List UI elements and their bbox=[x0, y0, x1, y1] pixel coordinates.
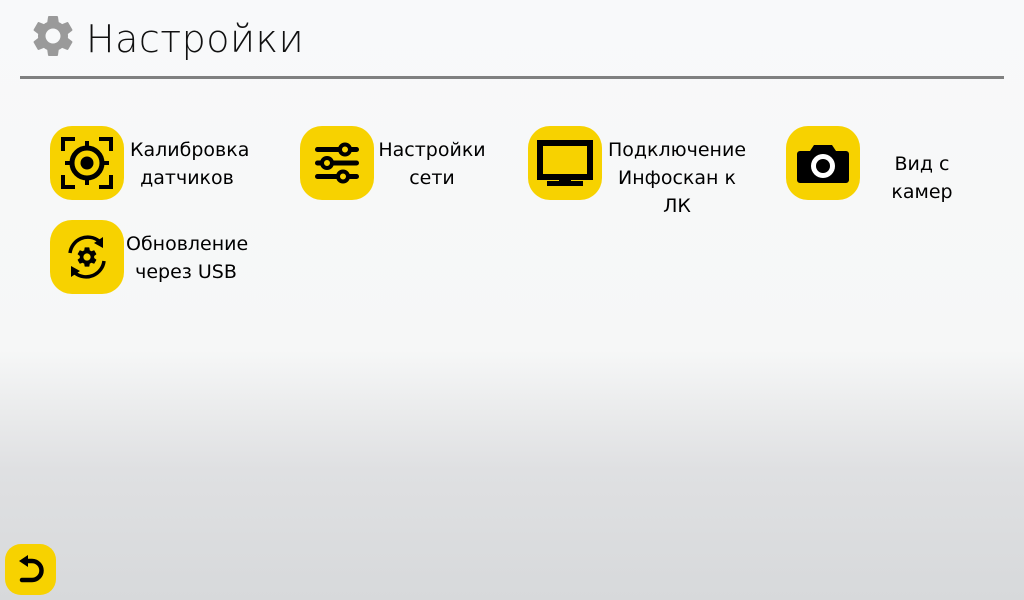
gear-refresh-icon bbox=[68, 235, 106, 279]
tile-icon-box bbox=[300, 126, 374, 200]
tile-icon-box bbox=[50, 126, 124, 200]
sliders-icon bbox=[315, 142, 359, 184]
gear-icon bbox=[33, 15, 73, 56]
tile-sensor-calibration[interactable]: Калибровка датчиков bbox=[50, 126, 250, 202]
tile-usb-update[interactable]: Обновление через USB bbox=[50, 220, 250, 296]
tile-camera-view[interactable]: Вид с камер bbox=[786, 126, 986, 203]
page-title: Настройки bbox=[86, 17, 305, 61]
camera-icon bbox=[797, 145, 849, 183]
tile-label: Обновление через USB bbox=[126, 233, 249, 283]
tile-network-settings[interactable]: Настройки сети bbox=[300, 126, 490, 202]
page-header: Настройки bbox=[20, 0, 1004, 79]
tile-label: Калибровка датчиков bbox=[130, 139, 250, 189]
tile-icon-box bbox=[786, 126, 860, 200]
back-arrow-icon bbox=[18, 554, 44, 582]
tile-label: Подключение Инфоскан к ЛК bbox=[607, 139, 747, 217]
tile-icon-box bbox=[528, 126, 602, 200]
tile-label: Настройки сети bbox=[378, 139, 486, 189]
back-button[interactable] bbox=[5, 544, 56, 595]
tile-icon-box bbox=[50, 220, 124, 294]
tile-label: Вид с камер bbox=[891, 153, 953, 203]
tile-connect-infoscan[interactable]: Подключение Инфоскан к ЛК bbox=[528, 126, 758, 217]
monitor-icon bbox=[537, 140, 593, 186]
target-icon bbox=[61, 137, 113, 189]
